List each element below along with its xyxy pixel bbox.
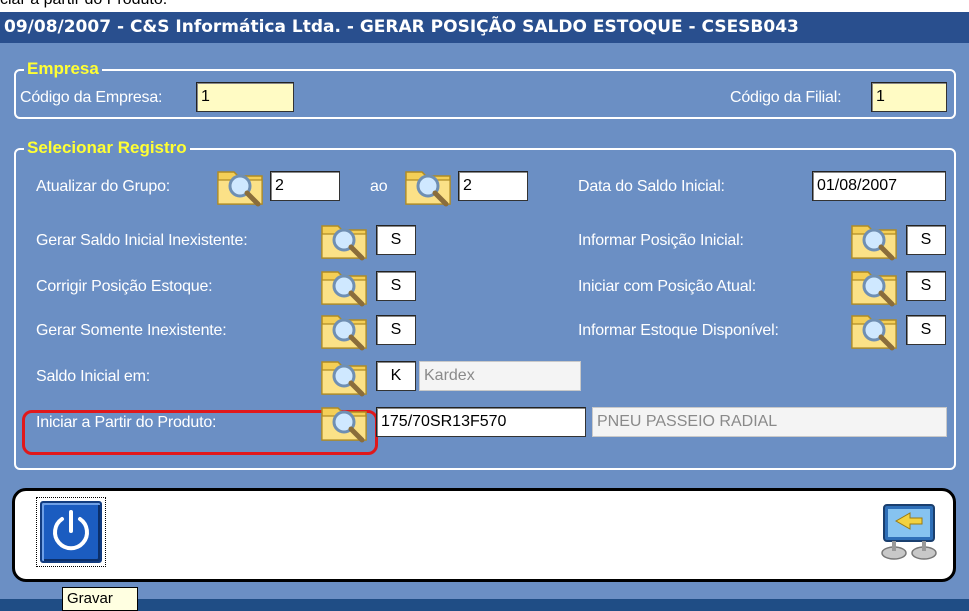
saldo-inicial-code-field[interactable]: K: [376, 361, 416, 391]
informar-posicao-field[interactable]: S: [906, 225, 946, 255]
codigo-filial-field[interactable]: 1: [871, 82, 947, 112]
informar-estoque-label: Informar Estoque Disponível:: [578, 322, 779, 339]
corrigir-posicao-field[interactable]: S: [376, 271, 416, 301]
empresa-legend: Empresa: [24, 59, 102, 79]
gerar-somente-label: Gerar Somente Inexistente:: [36, 322, 227, 339]
atualizar-grupo-label: Atualizar do Grupo:: [36, 178, 171, 195]
gerar-saldo-label: Gerar Saldo Inicial Inexistente:: [36, 232, 248, 249]
informar-estoque-field[interactable]: S: [906, 315, 946, 345]
gerar-saldo-search-icon[interactable]: [320, 218, 372, 262]
grupo-de-search-icon[interactable]: [216, 164, 268, 208]
corrigir-posicao-search-icon[interactable]: [320, 264, 372, 308]
codigo-filial-label: Código da Filial:: [730, 89, 842, 106]
exit-screens-icon: [881, 504, 937, 560]
iniciar-atual-search-icon[interactable]: [850, 264, 902, 308]
produto-desc-field: PNEU PASSEIO RADIAL: [592, 407, 947, 437]
saldo-inicial-label: Saldo Inicial em:: [36, 368, 150, 385]
informar-estoque-search-icon[interactable]: [850, 308, 902, 352]
data-saldo-field[interactable]: 01/08/2007: [812, 171, 946, 201]
corrigir-posicao-label: Corrigir Posição Estoque:: [36, 278, 213, 295]
produto-code-field[interactable]: 175/70SR13F570: [376, 407, 586, 437]
caption-text: ciar a partir do Produto.: [0, 0, 167, 9]
selecionar-registro-legend: Selecionar Registro: [24, 138, 190, 158]
grupo-ate-field[interactable]: 2: [458, 171, 528, 201]
data-saldo-label: Data do Saldo Inicial:: [578, 178, 725, 195]
codigo-empresa-field[interactable]: 1: [196, 82, 294, 112]
button-panel: [12, 488, 956, 582]
gravar-button[interactable]: [40, 501, 102, 563]
iniciar-atual-field[interactable]: S: [906, 271, 946, 301]
codigo-empresa-label: Código da Empresa:: [20, 89, 163, 106]
saldo-inicial-desc-field: Kardex: [419, 361, 581, 391]
power-icon: [53, 510, 89, 551]
gerar-somente-search-icon[interactable]: [320, 308, 372, 352]
gerar-saldo-field[interactable]: S: [376, 225, 416, 255]
produto-search-icon[interactable]: [320, 400, 372, 444]
produto-label: Iniciar a Partir do Produto:: [36, 414, 217, 431]
iniciar-atual-label: Iniciar com Posição Atual:: [578, 278, 756, 295]
window-title: 09/08/2007 - C&S Informática Ltda. - GER…: [0, 12, 969, 43]
gerar-somente-field[interactable]: S: [376, 315, 416, 345]
grupo-de-field[interactable]: 2: [270, 171, 340, 201]
informar-posicao-label: Informar Posição Inicial:: [578, 232, 744, 249]
informar-posicao-search-icon[interactable]: [850, 218, 902, 262]
gravar-tooltip: Gravar: [62, 587, 138, 611]
saldo-inicial-search-icon[interactable]: [320, 354, 372, 398]
grupo-ate-search-icon[interactable]: [404, 164, 456, 208]
status-strip: [0, 599, 969, 611]
ao-label: ao: [370, 178, 388, 195]
exit-button[interactable]: [878, 501, 940, 563]
